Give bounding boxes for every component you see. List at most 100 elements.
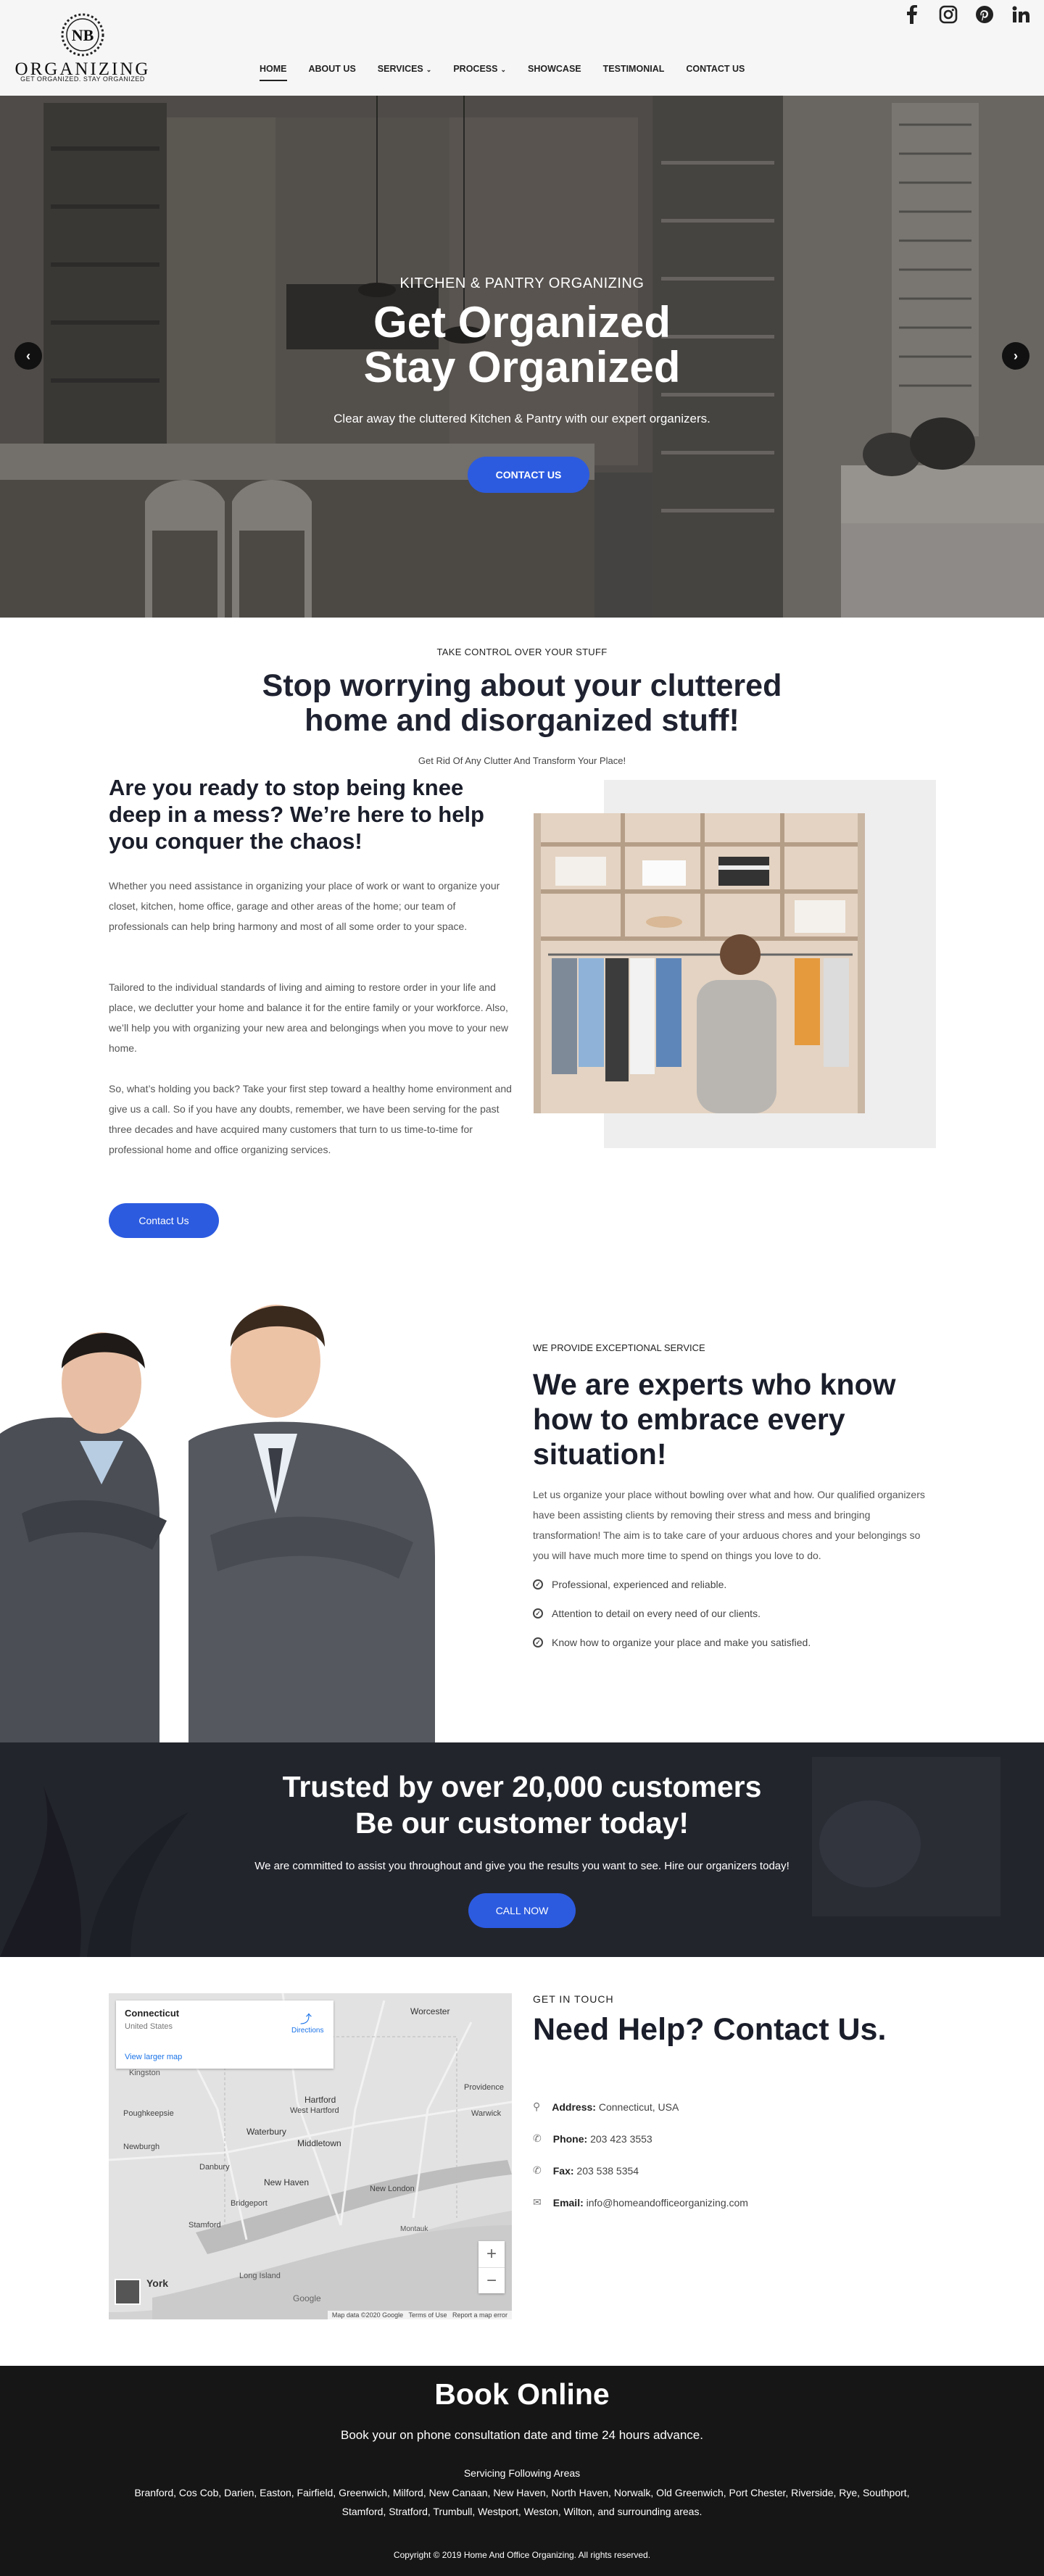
intro-contact-button[interactable]: Contact Us: [109, 1203, 219, 1238]
logo-monogram: NB: [72, 26, 94, 44]
contact-item-label: Address:: [552, 2101, 596, 2113]
book-online-subtitle: Book your on phone consultation date and…: [341, 2428, 703, 2442]
check-circle-icon: ✓: [533, 1608, 543, 1619]
experts-kicker: WE PROVIDE EXCEPTIONAL SERVICE: [533, 1342, 705, 1353]
intro-title-line2: home and disorganized stuff!: [304, 703, 740, 738]
map-label: Kingston: [129, 2069, 160, 2077]
map-label: Newburgh: [123, 2143, 160, 2151]
nav-item-label: SHOWCASE: [528, 64, 581, 74]
intro-title-line1: Stop worrying about your cluttered: [262, 668, 782, 703]
map-label: Stamford: [188, 2221, 221, 2230]
contact-item-value: Connecticut, USA: [598, 2101, 679, 2113]
map-label: Long Island: [239, 2272, 281, 2280]
copyright: Copyright © 2019 Home And Office Organiz…: [393, 2550, 651, 2560]
check-item: ✓ Professional, experienced and reliable.: [533, 1579, 726, 1590]
contact-item-value: 203 423 3553: [590, 2132, 652, 2145]
chevron-down-icon: ⌄: [426, 66, 432, 73]
book-online-title: Book Online: [434, 2377, 610, 2411]
nav-item-showcase[interactable]: SHOWCASE: [528, 64, 581, 74]
check-circle-icon: ✓: [533, 1637, 543, 1648]
map-label: Middletown: [297, 2138, 341, 2148]
business-people-image: [0, 1274, 471, 1742]
directions-label: Directions: [291, 2027, 324, 2035]
contact-item-value[interactable]: info@homeandofficeorganizing.com: [587, 2197, 748, 2209]
hero-contact-button[interactable]: CONTACT US: [468, 457, 589, 493]
map-label: Poughkeepsie: [123, 2109, 174, 2118]
facebook-icon[interactable]: [902, 4, 922, 25]
linkedin-icon[interactable]: [1011, 4, 1031, 25]
service-areas-heading: Servicing Following Areas: [463, 2467, 581, 2479]
hero-title-line1: Get Organized: [373, 298, 671, 346]
experts-paragraph: Let us organize your place without bowli…: [533, 1489, 925, 1561]
nav-item-services[interactable]: SERVICES ⌄: [378, 64, 432, 74]
contact-item-value: 203 538 5354: [576, 2164, 639, 2177]
map-label: Danbury: [199, 2163, 230, 2172]
map-label: Montauk: [400, 2225, 428, 2233]
nav-item-label: ABOUT US: [308, 64, 356, 74]
phone-icon: ✆: [533, 2132, 542, 2144]
contact-item-label: Phone:: [552, 2132, 588, 2145]
view-larger-map-link[interactable]: View larger map: [125, 2053, 182, 2061]
trusted-title-line1: Trusted by over 20,000 customers: [282, 1770, 762, 1803]
nav-item-contact-us[interactable]: CONTACT US: [686, 64, 745, 74]
main-nav: HOME ABOUT US SERVICES ⌄ PROCESS ⌄ SHOWCASE TES…: [260, 64, 745, 81]
google-logo: Google: [293, 2293, 321, 2303]
hero-title: Get Organized Stay Organized: [0, 300, 1044, 390]
hero-title-line2: Stay Organized: [363, 343, 681, 391]
map-label: Providence: [464, 2083, 505, 2092]
logo-emblem[interactable]: NB: [55, 10, 110, 61]
chevron-down-icon: ⌄: [500, 66, 507, 73]
contact-item: ✆ Fax: 203 538 5354: [533, 2164, 639, 2177]
call-now-button[interactable]: CALL NOW: [468, 1893, 576, 1928]
map-label: York: [146, 2277, 169, 2289]
hero-kicker: KITCHEN & PANTRY ORGANIZING: [399, 275, 645, 291]
map-label: Bridgeport: [231, 2199, 268, 2208]
contact-item: ✆ Phone: 203 423 3553: [533, 2132, 652, 2145]
check-item-text: Know how to organize your place and make…: [552, 1637, 811, 1648]
email-icon: ✉: [533, 2196, 542, 2208]
experts-title: We are experts who know how to embrace e…: [533, 1368, 896, 1471]
trusted-title: Trusted by over 20,000 customers Be our …: [0, 1769, 1044, 1841]
logo-tagline: GET ORGANIZED. STAY ORGANIZED: [20, 75, 145, 83]
zoom-in-button[interactable]: +: [478, 2241, 505, 2267]
nav-item-label: TESTIMONIAL: [602, 64, 665, 74]
instagram-icon[interactable]: [938, 4, 958, 25]
nav-item-label: PROCESS: [453, 64, 498, 74]
intro-paragraph-2: Tailored to the individual standards of …: [109, 981, 508, 1054]
map-info-card: Connecticut United States View larger ma…: [116, 2000, 334, 2069]
nav-item-label: SERVICES: [377, 64, 423, 74]
trusted-subtitle: We are committed to assist you throughou…: [254, 1860, 790, 1872]
zoom-out-button[interactable]: −: [478, 2267, 505, 2293]
map-place-country: United States: [125, 2022, 173, 2031]
check-item-text: Attention to detail on every need of our…: [552, 1608, 761, 1619]
site-header: NB ORGANIZING GET ORGANIZED. STAY ORGANI…: [0, 0, 1044, 96]
nav-item-label: CONTACT US: [686, 64, 745, 74]
nav-item-label: HOME: [260, 64, 287, 74]
nav-item-home[interactable]: HOME: [260, 64, 287, 81]
contact-item-label: Email:: [552, 2196, 584, 2209]
nav-item-testimonial[interactable]: TESTIMONIAL: [603, 64, 665, 74]
map-satellite-toggle[interactable]: [115, 2279, 141, 2305]
check-item: ✓ Know how to organize your place and mak…: [533, 1637, 811, 1648]
contact-item: ⚲ Address: Connecticut, USA: [533, 2101, 679, 2113]
google-map[interactable]: Connecticut United States View larger ma…: [109, 1993, 512, 2319]
service-areas-list: Branford, Cos Cob, Darien, Easton, Fairf…: [134, 2487, 910, 2517]
map-attribution[interactable]: Map data ©2020 Google Terms of Use Repor…: [327, 2311, 512, 2319]
contact-title: Need Help? Contact Us.: [533, 2012, 887, 2047]
map-label: New London: [370, 2185, 415, 2193]
contact-kicker: GET IN TOUCH: [533, 1993, 614, 2005]
intro-paragraph-3: So, what’s holding you back? Take your f…: [109, 1083, 512, 1155]
contact-item: ✉ Email: info@homeandofficeorganizing.com: [533, 2196, 748, 2209]
nav-item-about-us[interactable]: ABOUT US: [309, 64, 356, 74]
pinterest-icon[interactable]: [974, 4, 995, 25]
directions-button[interactable]: ⤴ Directions: [291, 2009, 324, 2035]
map-label: New Haven: [264, 2177, 310, 2187]
intro-heading: Are you ready to stop being knee deep in…: [109, 775, 484, 854]
contact-item-label: Fax:: [552, 2164, 574, 2177]
hero-subtitle: Clear away the cluttered Kitchen & Pantr…: [334, 412, 710, 425]
map-label: Warwick: [471, 2109, 502, 2118]
map-zoom-controls: + −: [478, 2241, 505, 2293]
nav-item-process[interactable]: PROCESS ⌄: [453, 64, 506, 74]
intro-kicker: TAKE CONTROL OVER YOUR STUFF: [436, 647, 608, 657]
map-label: West Hartford: [290, 2106, 339, 2115]
